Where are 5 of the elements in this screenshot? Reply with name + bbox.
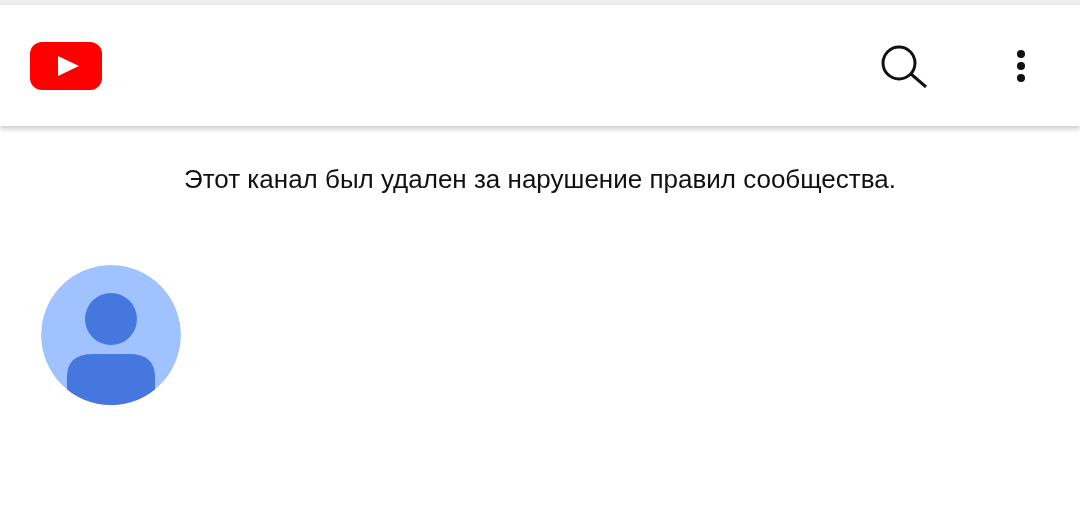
play-logo-icon[interactable] [30, 41, 102, 90]
avatar-icon [41, 265, 181, 405]
search-icon[interactable] [880, 43, 928, 88]
menu-icon[interactable] [1016, 48, 1026, 83]
channel-removed-message: Этот канал был удален за нарушение правил сообщества. [184, 164, 896, 194]
